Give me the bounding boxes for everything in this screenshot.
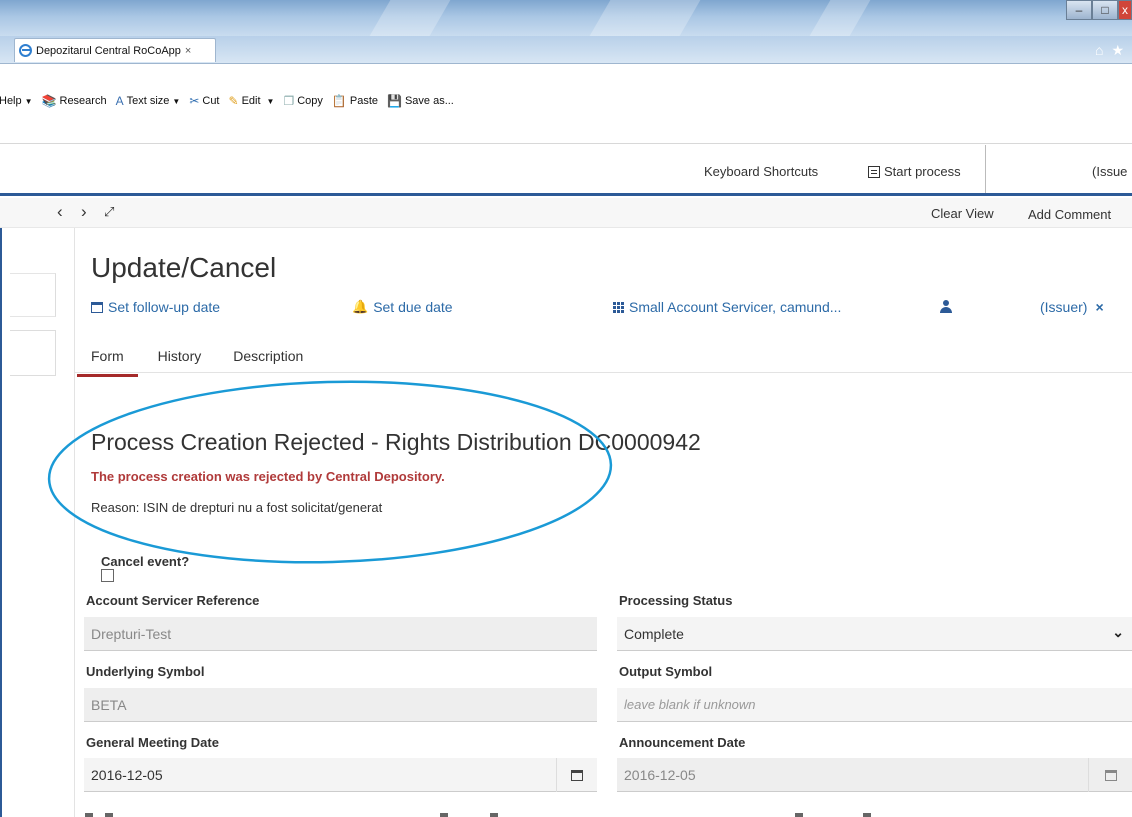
research-icon: 📚 [41, 94, 57, 108]
start-process-button[interactable]: Start process [868, 164, 961, 179]
task-title: Update/Cancel [91, 252, 277, 283]
groups-icon [613, 301, 624, 313]
edit-label: Edit [241, 95, 261, 107]
text-size-icon: A [115, 94, 124, 108]
cancel-event-checkbox[interactable] [101, 569, 114, 582]
help-menu[interactable]: Help ▼ [0, 95, 33, 107]
rejection-reason: Reason: ISIN de drepturi nu a fost solic… [91, 500, 383, 515]
command-bar: Help ▼ 📚 Research A Text size ▼ ✂ Cut ✎ … [0, 64, 1132, 144]
panel-divider [74, 228, 75, 817]
left-panel-search[interactable] [10, 273, 56, 317]
home-icon[interactable]: ⌂ [1095, 42, 1103, 59]
paste-label: Paste [349, 95, 378, 107]
copy-icon: ❐ [283, 94, 295, 108]
browser-tab-title: Depozitarul Central RoCoApp [36, 44, 181, 57]
next-row-labels-cutoff [85, 813, 1085, 817]
rejection-message: The process creation was rejected by Cen… [91, 469, 445, 484]
copy-button[interactable]: ❐ Copy [283, 94, 322, 108]
output-symbol-label: Output Symbol [619, 664, 713, 679]
chevron-down-icon: ▼ [266, 96, 275, 106]
start-process-label: Start process [884, 164, 961, 179]
help-label: Help [0, 95, 22, 107]
processing-status-value: Complete [624, 626, 684, 642]
processing-status-select[interactable]: Complete ⌄ [617, 617, 1132, 651]
close-tab-icon[interactable]: × [185, 45, 191, 57]
browser-nav-icons: ⌂ ★ [1095, 42, 1124, 59]
due-date-label: Set due date [373, 299, 453, 315]
pencil-icon: ✎ [228, 94, 239, 108]
form-title: Process Creation Rejected - Rights Distr… [91, 429, 701, 455]
set-due-date-link[interactable]: 🔔 Set due date [352, 299, 453, 315]
clipboard-icon: 📋 [331, 94, 347, 108]
keyboard-shortcuts-link[interactable]: Keyboard Shortcuts [704, 164, 818, 179]
set-follow-up-date-link[interactable]: Set follow-up date [91, 299, 220, 315]
announcement-date-label: Announcement Date [619, 735, 746, 750]
app-header: Keyboard Shortcuts Start process (Issue [0, 145, 1132, 196]
edit-menu[interactable]: ✎ Edit ▼ [229, 94, 275, 108]
scissors-icon: ✂ [189, 94, 200, 108]
cut-button[interactable]: ✂ Cut [189, 94, 219, 108]
user-icon [940, 300, 952, 314]
paste-button[interactable]: 📋 Paste [332, 94, 378, 108]
announcement-date-field[interactable]: 2016-12-05 [617, 758, 1132, 792]
research-button[interactable]: 📚 Research [42, 94, 107, 108]
general-meeting-date-label: General Meeting Date [86, 735, 219, 750]
chevron-down-icon: ▼ [172, 96, 181, 106]
general-meeting-date-picker-button[interactable] [556, 758, 596, 792]
announcement-date-value: 2016-12-05 [624, 767, 696, 783]
calendar-icon [570, 769, 583, 781]
announcement-date-picker-button[interactable] [1088, 758, 1132, 792]
save-icon: 💾 [387, 94, 402, 108]
add-comment-button[interactable]: Add Comment [1028, 207, 1111, 222]
general-meeting-date-value: 2016-12-05 [91, 767, 163, 783]
assignee-link[interactable]: (Issuer) × [1040, 299, 1104, 315]
chevron-right-icon[interactable]: › [81, 202, 87, 222]
view-toolbar: ‹ › ⤢ Clear View Add Comment [0, 198, 1132, 228]
save-as-label: Save as... [404, 95, 454, 107]
research-label: Research [59, 95, 107, 107]
maximize-button[interactable]: □ [1092, 0, 1118, 20]
browser-tab[interactable]: Depozitarul Central RoCoApp × [14, 38, 216, 62]
cancel-event-label: Cancel event? [101, 554, 190, 569]
user-menu[interactable]: (Issue [1092, 164, 1127, 179]
cut-label: Cut [202, 95, 220, 107]
groups-label: Small Account Servicer, camund... [629, 299, 842, 315]
account-servicer-reference-field[interactable]: Drepturi-Test [84, 617, 597, 651]
general-meeting-date-field[interactable]: 2016-12-05 [84, 758, 597, 792]
browser-title-bar: – □ x [0, 0, 1132, 36]
text-size-label: Text size [126, 95, 170, 107]
save-as-button[interactable]: 💾 Save as... [387, 94, 454, 108]
underlying-symbol-field[interactable]: BETA [84, 688, 597, 722]
processing-status-label: Processing Status [619, 593, 733, 608]
follow-up-label: Set follow-up date [108, 299, 221, 315]
close-window-button[interactable]: x [1118, 0, 1132, 20]
remove-assignee-icon[interactable]: × [1095, 299, 1103, 315]
left-panel-filter[interactable] [10, 330, 56, 376]
expand-icon[interactable]: ⤢ [104, 204, 114, 220]
output-symbol-field[interactable]: leave blank if unknown [617, 688, 1132, 722]
chevron-down-icon: ▼ [24, 96, 33, 106]
chevron-left-icon[interactable]: ‹ [57, 202, 63, 222]
clear-view-button[interactable]: Clear View [931, 206, 994, 221]
underlying-symbol-label: Underlying Symbol [86, 664, 205, 679]
favorites-star-icon[interactable]: ★ [1111, 42, 1124, 59]
bell-icon: 🔔 [352, 299, 369, 314]
text-size-menu[interactable]: A Text size ▼ [116, 94, 181, 108]
minimize-button[interactable]: – [1066, 0, 1092, 20]
window-controls: – □ x [1066, 0, 1132, 20]
ie-logo-icon [19, 44, 32, 57]
calendar-icon [91, 301, 103, 313]
list-icon [868, 165, 880, 178]
tabs-divider [75, 372, 1132, 373]
calendar-icon [1104, 769, 1117, 781]
candidate-groups-link[interactable]: Small Account Servicer, camund... [613, 299, 841, 315]
account-servicer-reference-label: Account Servicer Reference [86, 593, 260, 608]
assignee-label: (Issuer) [1040, 299, 1088, 315]
header-divider [985, 145, 986, 193]
chevron-down-icon: ⌄ [1112, 624, 1124, 640]
copy-label: Copy [297, 95, 323, 107]
left-frame-border [0, 198, 10, 817]
